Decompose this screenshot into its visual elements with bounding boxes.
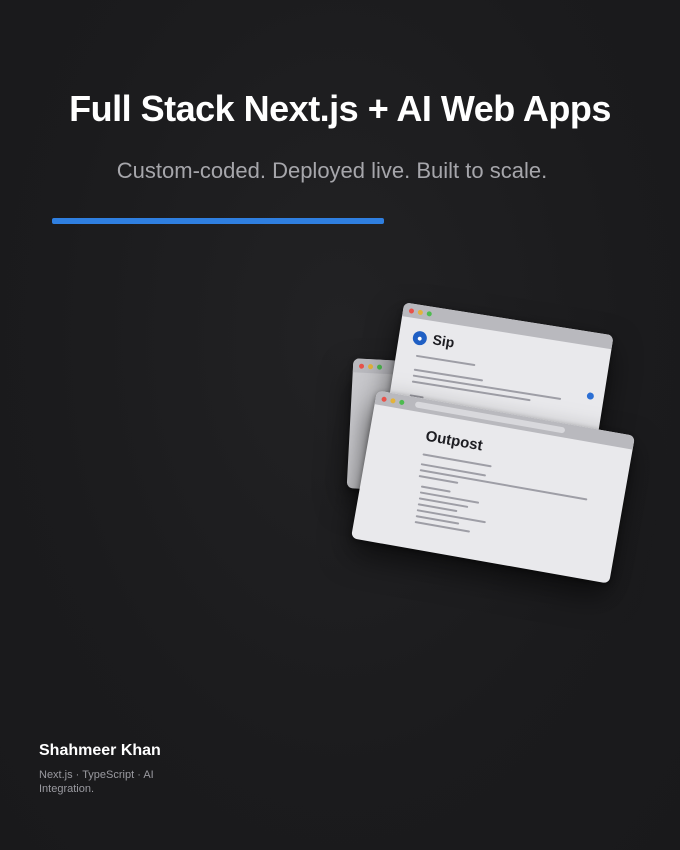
author-name: Shahmeer Khan <box>39 742 161 759</box>
page-title: Full Stack Next.js + AI Web Apps <box>69 88 611 129</box>
close-dot-icon <box>381 395 388 402</box>
text-line <box>412 374 562 400</box>
text-line <box>415 354 476 367</box>
list-line <box>414 520 471 533</box>
maximize-dot-icon <box>398 398 405 405</box>
close-dot-icon <box>358 363 365 369</box>
author-tags: Next.js · TypeScript · AI Integration. <box>39 769 154 795</box>
maximize-dot-icon <box>376 364 383 370</box>
minimize-dot-icon <box>367 363 374 369</box>
page-subtitle: Custom-coded. Deployed live. Built to sc… <box>116 158 548 183</box>
minimize-dot-icon <box>390 397 396 404</box>
app-name: Outpost <box>424 427 484 455</box>
page: Full Stack Next.js + AI Web Apps Custom-… <box>0 0 680 850</box>
close-dot-icon <box>408 307 415 314</box>
app-logo-icon: ● <box>411 330 428 347</box>
app-name: Sip <box>431 331 456 351</box>
accent-divider <box>52 218 384 224</box>
toggle-icon <box>586 392 595 401</box>
maximize-dot-icon <box>426 310 433 317</box>
minimize-dot-icon <box>417 309 424 315</box>
